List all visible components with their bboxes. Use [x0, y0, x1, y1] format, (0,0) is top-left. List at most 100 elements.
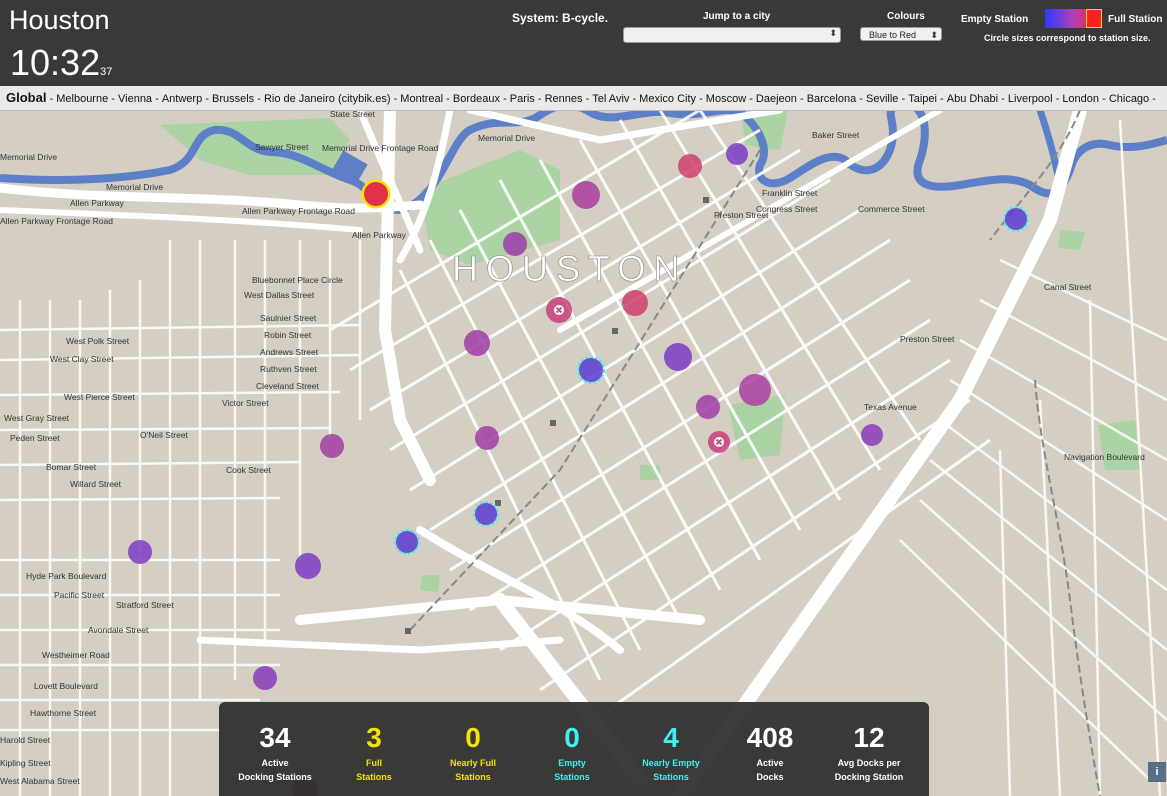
city-bar: Global - Melbourne - Vienna - Antwerp - … [0, 86, 1167, 111]
station-circle[interactable] [664, 343, 692, 371]
clock: 10:3237 [10, 42, 112, 84]
city-link[interactable]: Seville [866, 93, 898, 105]
station-circle[interactable] [572, 181, 600, 209]
city-link[interactable]: Antwerp [162, 93, 202, 105]
city-link[interactable]: Mexico City [639, 93, 696, 105]
station-circle[interactable] [464, 330, 490, 356]
station-marker[interactable] [475, 426, 499, 450]
city-link[interactable]: Abu Dhabi [947, 93, 998, 105]
station-marker[interactable] [295, 553, 321, 579]
city-link[interactable]: Tel Aviv [592, 93, 629, 105]
station-marker[interactable] [708, 431, 730, 453]
city-separator: - [696, 93, 706, 105]
city-link[interactable]: Daejeon [756, 93, 797, 105]
station-marker[interactable] [622, 290, 648, 316]
city-separator: - [856, 93, 867, 105]
station-circle[interactable] [678, 154, 702, 178]
station-circle[interactable] [1005, 208, 1027, 230]
street-label: Bluebonnet Place Circle [252, 275, 343, 285]
street-label: Bomar Street [46, 462, 97, 472]
street-label: Commerce Street [858, 204, 925, 214]
city-separator: - [936, 93, 947, 105]
street-label: Avondale Street [88, 625, 149, 635]
city-separator: - [46, 93, 57, 105]
station-circle[interactable] [696, 395, 720, 419]
station-circle[interactable] [364, 182, 388, 206]
city-link[interactable]: Moscow [706, 93, 746, 105]
station-circle[interactable] [739, 374, 771, 406]
stat-value: 0 [564, 722, 580, 753]
city-separator: - [1149, 93, 1156, 105]
station-circle[interactable] [475, 503, 497, 525]
city-link[interactable]: Chicago [1109, 93, 1149, 105]
station-marker[interactable] [361, 179, 391, 209]
station-circle[interactable] [503, 232, 527, 256]
station-marker[interactable] [128, 540, 152, 564]
city-separator: - [582, 93, 593, 105]
station-circle[interactable] [320, 434, 344, 458]
jump-to-city-select[interactable]: ⬍ [623, 27, 841, 43]
station-marker[interactable] [678, 154, 702, 178]
station-circle[interactable] [475, 426, 499, 450]
station-circle[interactable] [128, 540, 152, 564]
info-icon[interactable]: i [1148, 762, 1166, 782]
city-link[interactable]: London [1062, 93, 1099, 105]
station-marker[interactable] [577, 356, 605, 384]
street-label: Lovett Boulevard [34, 681, 98, 691]
city-map[interactable]: State StreetMemorial DriveSawyer Street M… [0, 0, 1167, 796]
city-link[interactable]: Rennes [545, 93, 583, 105]
station-circle[interactable] [861, 424, 883, 446]
colours-select[interactable]: Blue to Red ⬍ [860, 27, 942, 41]
station-marker[interactable] [503, 232, 527, 256]
street-label: Pacific Street [54, 590, 105, 600]
city-separator: - [998, 93, 1008, 105]
top-bar: Houston 10:3237 System: B-cycle. Jump to… [0, 0, 1167, 86]
city-title: Houston [9, 5, 110, 35]
city-link[interactable]: Liverpool [1008, 93, 1053, 105]
station-marker[interactable] [696, 395, 720, 419]
city-separator: - [390, 93, 401, 105]
city-link[interactable]: Brussels [212, 93, 254, 105]
stat-label: Docking Station [834, 772, 904, 782]
station-marker[interactable] [464, 330, 490, 356]
station-circle[interactable] [726, 143, 748, 165]
circle-size-note: Circle sizes correspond to station size. [984, 33, 1151, 43]
station-marker[interactable] [726, 143, 748, 165]
station-circle[interactable] [579, 358, 603, 382]
stat-value: 4 [663, 722, 679, 753]
street-label: Cleveland Street [256, 381, 319, 391]
stat-value: 3 [366, 722, 382, 753]
city-link[interactable]: Taipei [908, 93, 937, 105]
station-marker[interactable] [253, 666, 277, 690]
city-link-global[interactable]: Global [6, 90, 46, 105]
city-link[interactable]: Paris [510, 93, 535, 105]
station-marker[interactable] [861, 424, 883, 446]
system-name: System: B-cycle. [512, 11, 609, 25]
city-separator: - [443, 93, 453, 105]
city-link[interactable]: Bordeaux [453, 93, 500, 105]
station-marker[interactable] [664, 343, 692, 371]
stat-value: 0 [465, 722, 481, 753]
city-link[interactable]: Montreal [400, 93, 443, 105]
stat-label: Stations [653, 772, 689, 782]
city-separator: - [254, 93, 264, 105]
street-label: Andrews Street [260, 347, 319, 357]
station-marker[interactable] [739, 374, 771, 406]
city-link[interactable]: Melbourne [56, 93, 108, 105]
stat-block: 3 Full Stations [324, 702, 424, 784]
city-link[interactable]: Rio de Janeiro (citybik.es) [264, 93, 391, 105]
city-separator: - [108, 93, 118, 105]
station-circle[interactable] [295, 553, 321, 579]
select-arrows-icon: ⬍ [829, 28, 837, 38]
clock-time: 10:32 [10, 42, 101, 83]
city-link[interactable]: Vienna [118, 93, 152, 105]
station-circle[interactable] [253, 666, 277, 690]
street-label: Preston Street [714, 210, 769, 220]
station-circle[interactable] [396, 531, 418, 553]
station-marker[interactable] [572, 181, 600, 209]
station-marker[interactable] [320, 434, 344, 458]
stat-block: 4 Nearly Empty Stations [621, 702, 721, 784]
station-circle[interactable] [622, 290, 648, 316]
station-marker[interactable] [546, 297, 572, 323]
city-link[interactable]: Barcelona [807, 93, 857, 105]
